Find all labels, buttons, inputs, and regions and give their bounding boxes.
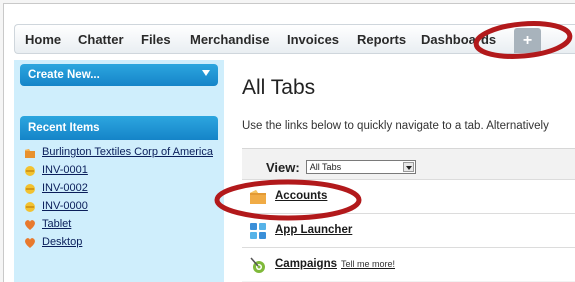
invoice-icon xyxy=(25,166,35,176)
recent-item[interactable]: Tablet xyxy=(24,218,220,231)
sidebar: Create New... Recent Items Burlington Te… xyxy=(14,60,224,282)
recent-item[interactable]: Desktop xyxy=(24,236,220,249)
plus-icon: + xyxy=(522,32,533,49)
tab-reports[interactable]: Reports xyxy=(357,32,406,47)
recent-item[interactable]: INV-0000 xyxy=(24,200,220,213)
account-icon xyxy=(25,149,35,158)
tab-invoices[interactable]: Invoices xyxy=(287,32,339,47)
recent-item[interactable]: INV-0001 xyxy=(24,164,220,177)
main-content: All Tabs Use the links below to quickly … xyxy=(242,60,575,282)
view-label: View: xyxy=(266,159,300,175)
page-title: All Tabs xyxy=(242,76,316,99)
app-frame: Home Chatter Files Merchandise Invoices … xyxy=(3,3,575,282)
tab-files[interactable]: Files xyxy=(141,32,171,47)
recent-item-label[interactable]: Burlington Textiles Corp of America xyxy=(42,146,213,159)
merchandise-icon xyxy=(25,220,35,230)
create-new-button[interactable]: Create New... xyxy=(20,64,218,86)
tabs-list: Accounts App Launcher Campaigns Tell me … xyxy=(242,179,575,281)
view-filter: View: All Tabs xyxy=(266,157,416,177)
app-launcher-icon xyxy=(250,223,266,239)
tell-me-more-link[interactable]: Tell me more! xyxy=(341,259,395,269)
tab-link-app-launcher[interactable]: App Launcher xyxy=(275,224,352,236)
tab-home[interactable]: Home xyxy=(25,32,61,47)
recent-items-list: Burlington Textiles Corp of America INV-… xyxy=(24,146,220,254)
instructions-text: Use the links below to quickly navigate … xyxy=(242,120,549,132)
all-tabs-plus-tab[interactable]: + xyxy=(514,28,541,53)
recent-item[interactable]: Burlington Textiles Corp of America xyxy=(24,146,220,159)
invoice-icon xyxy=(25,184,35,194)
tab-chatter[interactable]: Chatter xyxy=(78,32,124,47)
tab-merchandise[interactable]: Merchandise xyxy=(190,32,269,47)
tab-link-accounts[interactable]: Accounts xyxy=(275,190,327,202)
tab-link-campaigns[interactable]: Campaigns Tell me more! xyxy=(275,258,395,270)
tabs-list-panel: View: All Tabs Accounts App Launcher Cam… xyxy=(242,148,575,282)
recent-item[interactable]: INV-0002 xyxy=(24,182,220,195)
campaigns-label: Campaigns xyxy=(275,258,337,270)
recent-item-label[interactable]: INV-0002 xyxy=(42,182,88,195)
recent-item-label[interactable]: Tablet xyxy=(42,218,71,231)
list-item: Accounts xyxy=(242,179,575,213)
recent-items-header: Recent Items xyxy=(20,116,218,140)
recent-item-label[interactable]: INV-0001 xyxy=(42,164,88,177)
chevron-down-icon xyxy=(202,70,210,76)
view-select[interactable]: All Tabs xyxy=(305,160,416,174)
dropdown-arrow-icon xyxy=(402,162,414,172)
view-select-value: All Tabs xyxy=(309,162,342,172)
campaigns-icon xyxy=(250,257,265,273)
list-item: Campaigns Tell me more! xyxy=(242,247,575,281)
invoice-icon xyxy=(25,202,35,212)
recent-item-label[interactable]: Desktop xyxy=(42,236,82,249)
list-item: App Launcher xyxy=(242,213,575,247)
create-new-label: Create New... xyxy=(28,69,100,81)
accounts-folder-icon xyxy=(250,190,266,204)
tab-bar: Home Chatter Files Merchandise Invoices … xyxy=(14,24,575,54)
merchandise-icon xyxy=(25,238,35,248)
recent-item-label[interactable]: INV-0000 xyxy=(42,200,88,213)
tab-dashboards[interactable]: Dashboards xyxy=(421,32,496,47)
